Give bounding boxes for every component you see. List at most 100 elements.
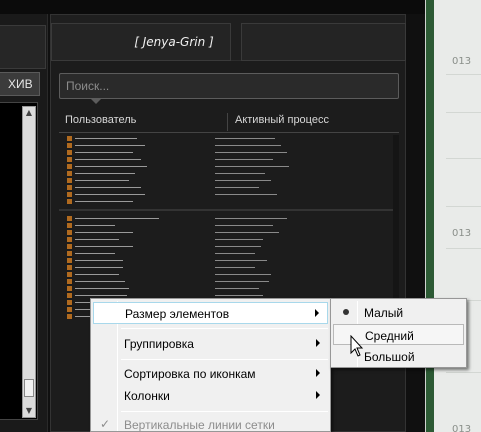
- contact-process: [215, 253, 255, 254]
- contact-name: [75, 260, 123, 261]
- column-process[interactable]: Активный процесс: [235, 114, 329, 126]
- contact-status-icon: [67, 136, 72, 141]
- scroll-thumb[interactable]: [24, 379, 34, 397]
- contact-name: [75, 138, 137, 139]
- contact-name: [75, 218, 159, 219]
- contact-row[interactable]: [59, 170, 399, 177]
- menu-item-item-size[interactable]: Размер элементов: [93, 302, 328, 324]
- contact-process: [215, 267, 255, 268]
- contact-status-icon: [67, 230, 72, 235]
- archive-tab[interactable]: ХИВ: [0, 72, 40, 96]
- submenu-item-small[interactable]: Малый: [333, 302, 464, 323]
- contact-name: [75, 166, 147, 167]
- contact-rows: [59, 135, 399, 320]
- contact-row[interactable]: [59, 135, 399, 142]
- contact-name: [75, 253, 115, 254]
- contact-process: [215, 281, 269, 282]
- search-pointer-icon: [91, 99, 101, 104]
- contact-name: [75, 159, 141, 160]
- scroll-up-icon[interactable]: ▲: [23, 107, 35, 119]
- contact-process: [215, 295, 263, 296]
- contact-process: [215, 194, 277, 195]
- search-input[interactable]: Поиск...: [59, 73, 399, 99]
- contact-name: [75, 194, 145, 195]
- contact-row[interactable]: [59, 191, 399, 198]
- contact-name: [75, 288, 129, 289]
- header-bar: [ Jenya-Grin ]: [51, 15, 406, 61]
- group-divider: [59, 205, 399, 215]
- contact-process: [215, 260, 267, 261]
- contact-row[interactable]: [59, 198, 399, 205]
- submenu-arrow-icon: [316, 339, 320, 347]
- contact-name: [75, 152, 133, 153]
- contact-name: [75, 225, 115, 226]
- list-scrollbar[interactable]: [393, 135, 399, 300]
- contact-status-icon: [67, 237, 72, 242]
- contact-row[interactable]: [59, 142, 399, 149]
- contact-name: [75, 145, 145, 146]
- contact-row[interactable]: [59, 149, 399, 156]
- contact-status-icon: [67, 251, 72, 256]
- background-text: 013: [452, 228, 472, 239]
- contact-process: [215, 232, 279, 233]
- context-menu: Размер элементов Группировка Сортировка …: [90, 298, 331, 432]
- contact-row[interactable]: [59, 285, 399, 292]
- menu-separator: [121, 411, 328, 412]
- contact-row[interactable]: [59, 243, 399, 250]
- contact-status-icon: [67, 185, 72, 190]
- contact-status-icon: [67, 178, 72, 183]
- contact-process: [215, 138, 275, 139]
- contact-process: [215, 145, 281, 146]
- contact-process: [215, 180, 271, 181]
- menu-item-vertical-grid-lines[interactable]: ✓ Вертикальные линии сетки: [93, 414, 328, 432]
- contact-process: [215, 166, 289, 167]
- background-text: 013: [452, 56, 472, 67]
- user-title[interactable]: [ Jenya-Grin ]: [109, 23, 239, 61]
- submenu-arrow-icon: [316, 369, 320, 377]
- contact-process: [215, 159, 273, 160]
- contact-name: [75, 239, 119, 240]
- contact-row[interactable]: [59, 264, 399, 271]
- contact-row[interactable]: [59, 215, 399, 222]
- menu-item-grouping[interactable]: Группировка: [93, 333, 328, 355]
- contact-status-icon: [67, 223, 72, 228]
- left-panel: ХИВ ▲ ▼: [0, 14, 48, 432]
- contact-row[interactable]: [59, 278, 399, 285]
- contact-name: [75, 180, 129, 181]
- contact-row[interactable]: [59, 184, 399, 191]
- window-top-strip: [0, 0, 425, 14]
- radio-selected-icon: [343, 309, 349, 315]
- contact-status-icon: [67, 258, 72, 263]
- scroll-down-icon[interactable]: ▼: [23, 405, 35, 417]
- column-user[interactable]: Пользователь: [65, 114, 136, 126]
- contact-process: [215, 187, 259, 188]
- contact-process: [215, 218, 287, 219]
- contact-row[interactable]: [59, 236, 399, 243]
- contact-row[interactable]: [59, 177, 399, 184]
- contact-status-icon: [67, 307, 72, 312]
- contact-row[interactable]: [59, 250, 399, 257]
- contact-status-icon: [67, 286, 72, 291]
- contact-row[interactable]: [59, 229, 399, 236]
- contact-status-icon: [67, 293, 72, 298]
- contact-row[interactable]: [59, 156, 399, 163]
- contact-process: [215, 246, 261, 247]
- contact-status-icon: [67, 300, 72, 305]
- contact-row[interactable]: [59, 163, 399, 170]
- contact-row[interactable]: [59, 271, 399, 278]
- contact-status-icon: [67, 265, 72, 270]
- contact-name: [75, 267, 123, 268]
- contact-row[interactable]: [59, 257, 399, 264]
- header-right-block: [241, 23, 406, 61]
- menu-item-columns[interactable]: Колонки: [93, 385, 328, 407]
- contact-row[interactable]: [59, 222, 399, 229]
- menu-separator: [121, 359, 328, 360]
- contact-process: [215, 173, 265, 174]
- left-header-tab[interactable]: [0, 25, 46, 69]
- contact-process: [215, 288, 259, 289]
- contact-name: [75, 173, 135, 174]
- column-separator[interactable]: [227, 113, 228, 131]
- submenu-arrow-icon: [316, 391, 320, 399]
- left-scrollbar[interactable]: ▲ ▼: [22, 106, 36, 418]
- menu-item-sort-by-icons[interactable]: Сортировка по иконкам: [93, 363, 328, 385]
